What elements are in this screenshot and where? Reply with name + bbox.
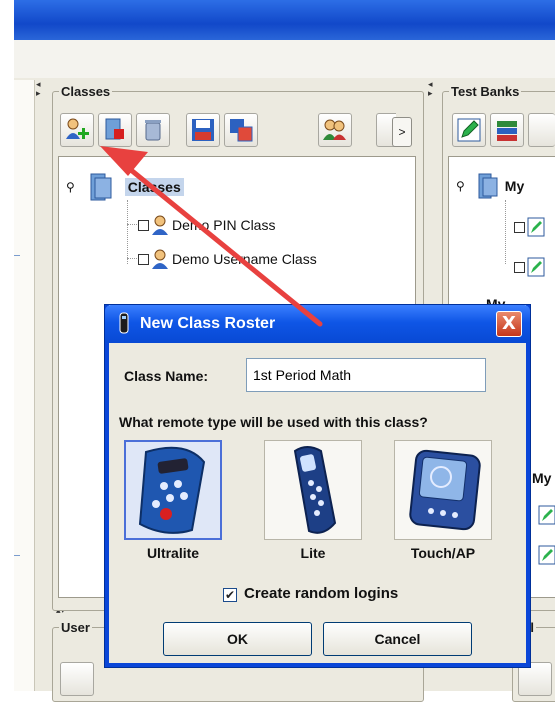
ultralite-remote-icon [138,446,206,534]
tree-expand-icon[interactable]: ⚲ [456,179,465,193]
touch-ap-remote-icon [409,449,481,531]
remote-label-lite: Lite [300,545,326,561]
class-name-label: Class Name: [124,368,209,384]
tree-item-label: Demo PIN Class [172,217,276,233]
add-class-button[interactable] [60,113,94,147]
test-bank-item[interactable] [538,545,555,565]
dialog-title: New Class Roster [140,315,276,332]
cancel-button[interactable]: Cancel [323,622,472,656]
remote-option-lite[interactable] [264,440,362,540]
test-pencil-icon [538,545,555,565]
tree-expand-icon[interactable]: ⚲ [66,180,75,194]
trash-icon [145,120,161,141]
test-bank-item[interactable] [514,257,545,277]
tree-item-checkbox[interactable] [138,253,149,265]
users-panel-title: User [61,620,90,635]
edit-class-button[interactable] [98,113,132,147]
test-pencil-icon [527,217,545,237]
bank-folder-icon [478,173,498,199]
tree-item-checkbox[interactable] [138,219,149,231]
tree-item-label: Demo Username Class [172,251,317,267]
books-icon [497,121,517,141]
class-folder-icon [90,173,112,201]
test-banks-more-button[interactable] [528,113,555,147]
pencil-icon [457,118,481,142]
left-collapsed-pane [14,80,35,691]
tree-item-demo-pin-class[interactable]: Demo PIN Class [138,215,275,235]
test-banks-tree-root[interactable]: ⚲ My [456,172,524,200]
more-tools-button[interactable]: > [392,117,412,147]
splitter-arrow-left[interactable]: ◂ ▸ [36,80,41,98]
remote-option-touch-ap[interactable] [394,440,492,540]
class-edit-icon [105,118,124,140]
create-random-logins-checkbox[interactable]: ✔ [223,588,237,602]
test-bank-subfolder-2[interactable]: My [532,470,551,486]
classes-panel-title: Classes [61,84,111,99]
test-pencil-icon [527,257,545,277]
lite-remote-icon [293,446,337,534]
remote-label-touch-ap: Touch/AP [410,545,476,561]
save-button[interactable] [186,113,220,147]
save-icon [192,119,214,141]
delete-class-button[interactable] [136,113,170,147]
tree-item-checkbox[interactable] [514,221,525,233]
menu-bar [14,40,555,79]
test-banks-panel-title: Test Banks [451,84,520,99]
remote-label-ultralite: Ultralite [146,545,200,561]
test-banks-root-label: My [504,178,525,194]
classes-tree-root-label: Classes [124,178,184,196]
ok-button[interactable]: OK [163,622,312,656]
tree-item-demo-username-class[interactable]: Demo Username Class [138,249,317,269]
test-bank-item[interactable] [538,505,555,525]
remote-option-ultralite[interactable] [124,440,222,540]
class-name-input[interactable] [246,358,486,392]
test-bank-sub-label-2: My [532,470,552,486]
classes-tree-root[interactable]: ⚲ Classes [66,172,184,202]
add-user-icon [66,118,89,139]
class-user-icon [152,249,168,269]
copy-button[interactable] [224,113,258,147]
users-group-icon [323,119,346,140]
edit-test-button[interactable] [452,113,486,147]
close-icon[interactable]: X [496,311,522,337]
test-pencil-icon [538,505,555,525]
group-users-button[interactable] [318,113,352,147]
window-title-bar [14,0,555,40]
test-banks-books-button[interactable] [490,113,524,147]
test-bank-item[interactable] [514,217,545,237]
tree-item-checkbox[interactable] [514,261,525,273]
remote-app-icon [119,312,129,334]
remote-type-question: What remote type will be used with this … [119,414,428,430]
copy-icon [230,119,253,142]
class-user-icon [152,215,168,235]
create-random-logins-label: Create random logins [244,585,399,602]
splitter-arrow-mid[interactable]: ◂ ▸ [428,80,433,98]
